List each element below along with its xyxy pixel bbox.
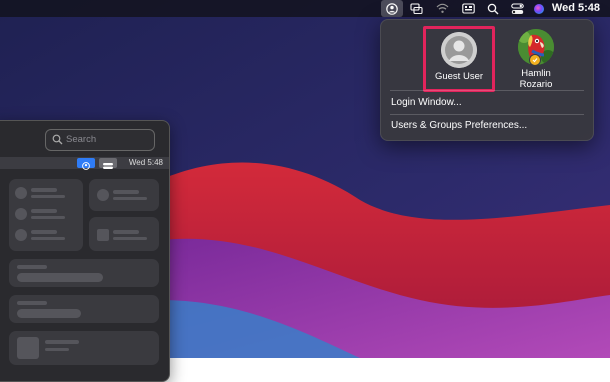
sound-tile [9,295,159,323]
search-field[interactable]: Search [45,129,155,151]
screen-mirror-icon[interactable] [405,0,427,17]
search-icon [52,134,63,145]
control-center-icon [99,158,117,169]
menu-bar-clock[interactable]: Wed 5:48 [552,0,600,17]
connectivity-tile [9,179,83,251]
siri-icon[interactable] [528,0,550,17]
keyboard-viewer-icon[interactable] [457,0,479,17]
keyboard-tile [89,217,159,251]
menu-bar: Wed 5:48 [0,0,610,17]
guest-avatar-icon [441,32,477,68]
hamlin-user-name: Hamlin Rozario [519,68,553,90]
display-tile [9,259,159,287]
menu-separator [390,90,584,91]
login-window-item[interactable]: Login Window... [391,97,462,109]
guest-user-name: Guest User [434,71,484,82]
now-playing-tile [9,331,159,365]
preview-menu-bar: Wed 5:48 [0,157,169,170]
user-switch-menu: Guest User Hamlin Rozario Login Window..… [380,19,594,141]
preview-window: Search Wed 5:48 [0,120,170,382]
control-center-icon[interactable] [506,0,528,17]
menu-separator [390,114,584,115]
guest-user-item[interactable]: Guest User [423,26,495,92]
dnd-tile [89,179,159,211]
search-placeholder: Search [66,134,97,145]
preview-clock: Wed 5:48 [128,158,163,167]
search-icon[interactable] [482,0,504,17]
user-switch-icon[interactable] [381,0,403,17]
online-status-icon [529,54,541,66]
users-groups-preferences-item[interactable]: Users & Groups Preferences... [391,120,527,132]
user-switch-icon [77,158,95,170]
wifi-icon[interactable] [431,0,453,17]
